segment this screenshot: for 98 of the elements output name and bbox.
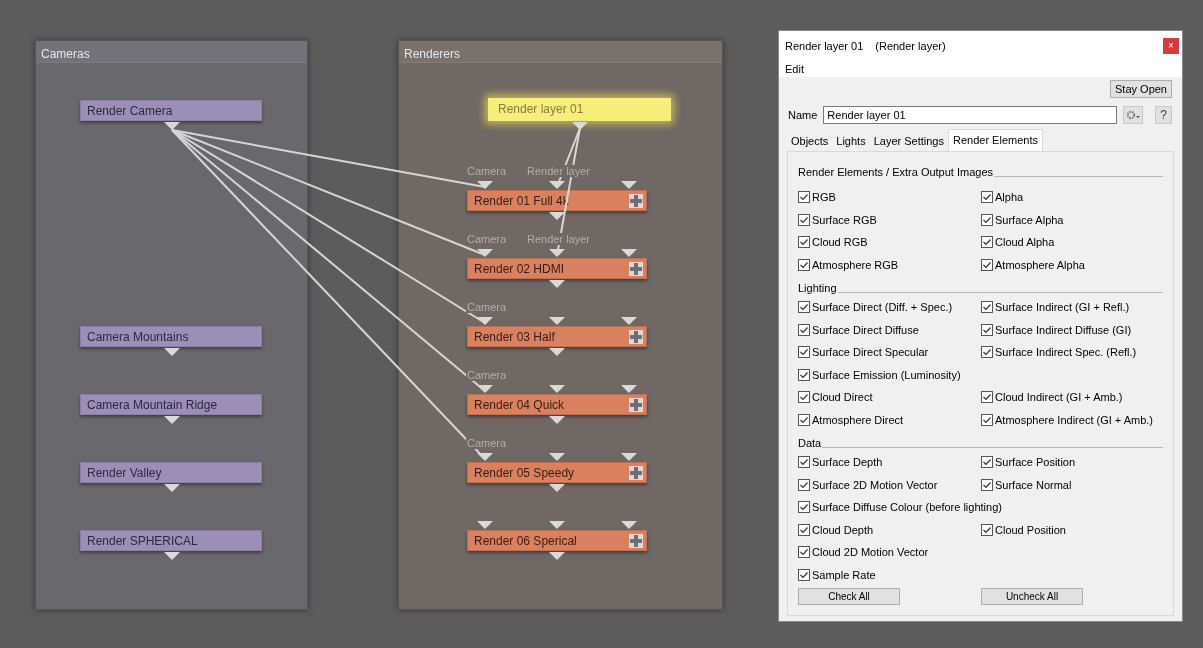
- port-label: Camera: [466, 301, 508, 313]
- check-icon: [982, 237, 992, 248]
- check-icon: [799, 392, 809, 403]
- port-label: Render layer: [526, 233, 591, 245]
- check-icon: [982, 324, 992, 335]
- checkbox[interactable]: Surface Normal: [981, 476, 1072, 493]
- render-node[interactable]: Render 03 Half: [467, 326, 647, 347]
- settings-button[interactable]: [1123, 106, 1144, 124]
- check-icon: [982, 214, 992, 225]
- action-button[interactable]: Check All: [798, 588, 900, 605]
- camera-node[interactable]: Camera Mountains: [80, 326, 262, 347]
- checkbox[interactable]: Surface Emission (Luminosity): [798, 366, 961, 383]
- checkbox[interactable]: Cloud Direct: [798, 389, 873, 406]
- check-icon: [982, 479, 992, 490]
- check-icon: [799, 502, 809, 513]
- check-icon: [982, 457, 992, 468]
- checkbox[interactable]: Surface Alpha: [981, 211, 1064, 228]
- section-title: Render Elements / Extra Output Images: [798, 164, 994, 180]
- check-icon: [799, 237, 809, 248]
- help-button[interactable]: ?: [1155, 106, 1172, 124]
- section-title: Lighting: [798, 280, 837, 296]
- check-icon: [799, 524, 809, 535]
- checkbox[interactable]: Surface Direct (Diff. + Spec.): [798, 299, 953, 316]
- panel-title: Cameras: [41, 46, 90, 63]
- check-icon: [982, 302, 992, 313]
- check-icon: [799, 457, 809, 468]
- checkbox[interactable]: Surface RGB: [798, 211, 877, 228]
- check-icon: [982, 414, 992, 425]
- checkbox[interactable]: Surface Indirect Diffuse (GI): [981, 321, 1132, 338]
- check-icon: [799, 214, 809, 225]
- render-layer-node[interactable]: Render layer 01: [488, 98, 671, 121]
- checkbox[interactable]: Cloud Alpha: [981, 234, 1055, 251]
- check-icon: [799, 479, 809, 490]
- port-label: Camera: [466, 165, 508, 177]
- stay-open-button[interactable]: Stay Open: [1110, 80, 1172, 98]
- checkbox[interactable]: Atmosphere RGB: [798, 256, 899, 273]
- close-button[interactable]: ×: [1163, 38, 1179, 54]
- render-node[interactable]: Render 05 Speedy: [467, 462, 647, 483]
- menu-item[interactable]: Edit: [783, 60, 806, 78]
- settings-icon: [1126, 109, 1141, 121]
- port-label: Camera: [466, 437, 508, 449]
- check-icon: [982, 259, 992, 270]
- camera-node[interactable]: Render Valley: [80, 462, 262, 483]
- render-node[interactable]: Render 02 HDMI: [467, 258, 647, 279]
- check-icon: [982, 392, 992, 403]
- checkbox[interactable]: Atmosphere Alpha: [981, 256, 1085, 273]
- check-icon: [799, 547, 809, 558]
- checkbox[interactable]: Alpha: [981, 189, 1024, 206]
- checkbox[interactable]: Surface Indirect Spec. (Refl.): [981, 344, 1137, 361]
- render-node[interactable]: Render 06 Sperical: [467, 530, 647, 551]
- checkbox[interactable]: RGB: [798, 189, 836, 206]
- checkbox[interactable]: Cloud Indirect (GI + Amb.): [981, 389, 1123, 406]
- checkbox[interactable]: Sample Rate: [798, 566, 876, 583]
- checkbox[interactable]: Surface Depth: [798, 454, 883, 471]
- checkbox[interactable]: Surface Diffuse Colour (before lighting): [798, 499, 1002, 516]
- name-field[interactable]: Render layer 01: [823, 106, 1118, 124]
- check-icon: [982, 524, 992, 535]
- check-icon: [799, 302, 809, 313]
- check-icon: [982, 347, 992, 358]
- window-title: Render layer 01: [785, 38, 864, 54]
- add-icon[interactable]: [629, 534, 643, 548]
- window-subtitle: (Render layer): [875, 38, 946, 54]
- section-title: Data: [798, 435, 822, 451]
- camera-node[interactable]: Render Camera: [80, 100, 262, 121]
- camera-node[interactable]: Render SPHERICAL: [80, 530, 262, 551]
- check-icon: [799, 569, 809, 580]
- add-icon[interactable]: [629, 194, 643, 208]
- checkbox[interactable]: Surface Indirect (GI + Refl.): [981, 299, 1130, 316]
- checkbox[interactable]: Cloud Depth: [798, 521, 874, 538]
- camera-node[interactable]: Camera Mountain Ridge: [80, 394, 262, 415]
- check-icon: [799, 192, 809, 203]
- checkbox[interactable]: Atmosphere Direct: [798, 411, 904, 428]
- port-label: Render layer: [526, 165, 591, 177]
- tab[interactable]: Render Elements: [948, 129, 1043, 151]
- add-icon[interactable]: [629, 262, 643, 276]
- checkbox[interactable]: Cloud 2D Motion Vector: [798, 544, 929, 561]
- add-icon[interactable]: [629, 330, 643, 344]
- add-icon[interactable]: [629, 466, 643, 480]
- checkbox[interactable]: Surface Direct Specular: [798, 344, 929, 361]
- checkbox[interactable]: Cloud Position: [981, 521, 1066, 538]
- checkbox[interactable]: Surface Direct Diffuse: [798, 321, 919, 338]
- panel-title: Renderers: [404, 46, 461, 63]
- check-icon: [799, 324, 809, 335]
- render-node[interactable]: Render 04 Quick: [467, 394, 647, 415]
- checkbox[interactable]: Cloud RGB: [798, 234, 868, 251]
- port-label: Camera: [466, 233, 508, 245]
- action-button[interactable]: Uncheck All: [981, 588, 1083, 605]
- checkbox[interactable]: Atmosphere Indirect (GI + Amb.): [981, 411, 1154, 428]
- checkbox[interactable]: Surface 2D Motion Vector: [798, 476, 938, 493]
- check-icon: [799, 369, 809, 380]
- field-label: Name: [788, 107, 818, 123]
- port-label: Camera: [466, 369, 508, 381]
- add-icon[interactable]: [629, 398, 643, 412]
- check-icon: [799, 259, 809, 270]
- check-icon: [982, 192, 992, 203]
- check-icon: [799, 414, 809, 425]
- check-icon: [799, 347, 809, 358]
- checkbox[interactable]: Surface Position: [981, 454, 1076, 471]
